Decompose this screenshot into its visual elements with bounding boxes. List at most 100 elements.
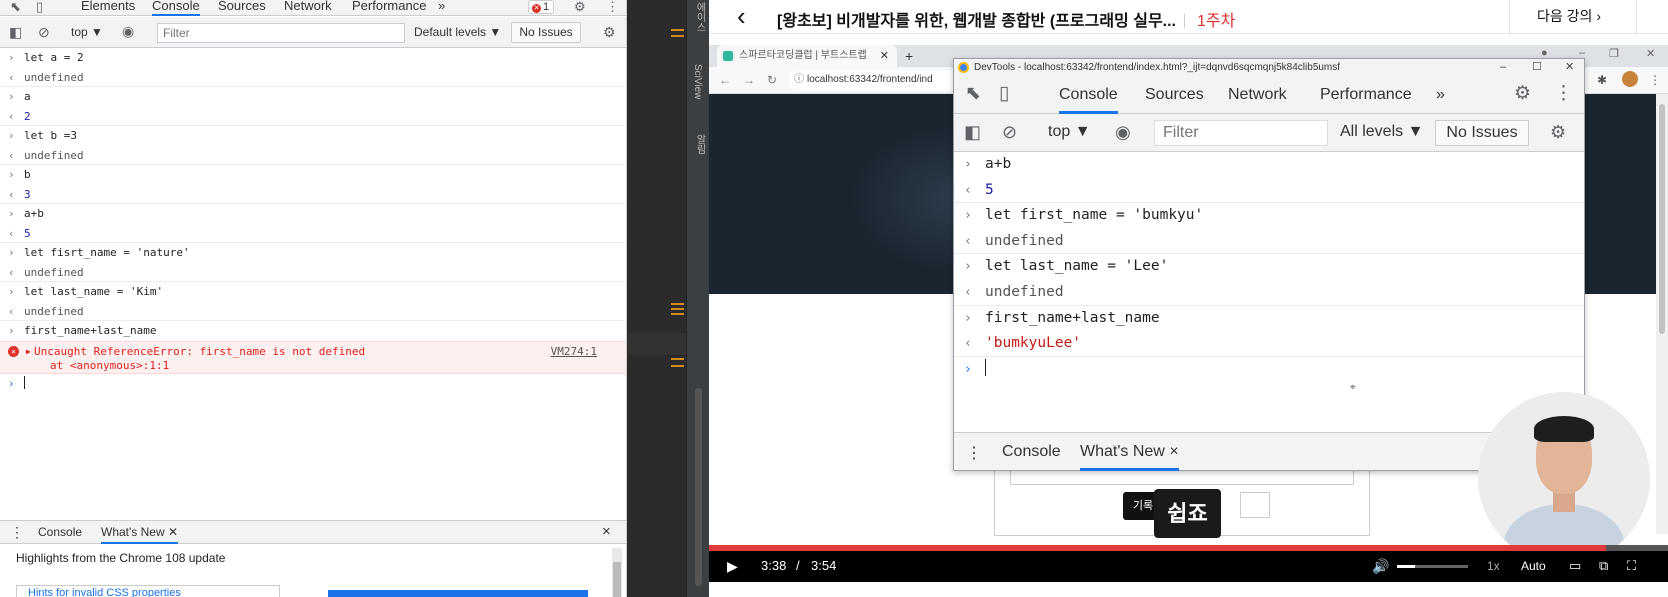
tab-elements[interactable]: Elements [81,0,135,13]
sidebar-toggle-icon[interactable]: ◧ [964,122,981,142]
drawer-tab-console[interactable]: Console [38,525,82,539]
week-label: 1주차 [1197,13,1236,30]
console-output-row: ‹ 5 [954,178,1584,204]
drawer-menu-icon[interactable]: ⋮ [966,443,982,463]
eye-icon[interactable]: ◉ [1115,122,1131,142]
kebab-menu-icon[interactable]: ⋮ [1554,84,1573,104]
settings-gear-icon[interactable]: ⚙ [1514,84,1531,104]
console-prompt[interactable]: › [954,357,1584,383]
forward-icon[interactable]: → [743,73,755,87]
maximize-icon[interactable]: ❐ [1609,47,1619,60]
close-window-icon[interactable]: ✕ [1646,47,1655,60]
console-settings-icon[interactable]: ⚙ [1550,122,1566,142]
kebab-menu-icon[interactable]: ⋮ [606,0,619,14]
back-arrow-icon[interactable]: ‹ [737,2,746,30]
sidebar-toggle-icon[interactable]: ◧ [9,24,22,40]
tab-console[interactable]: Console [152,0,200,16]
clear-console-icon[interactable]: ⊘ [38,24,50,40]
log-levels-dropdown[interactable]: Default levels ▼ [414,25,501,39]
drawer-scrollbar[interactable] [612,548,622,597]
new-tab-button[interactable]: + [905,45,913,67]
form-button[interactable] [1240,492,1270,518]
tab-network[interactable]: Network [284,0,332,13]
tab-sources[interactable]: Sources [1145,86,1204,104]
whats-new-card-text[interactable]: Hints for invalid CSS properties [28,587,181,597]
back-icon[interactable]: ← [719,73,731,87]
more-tabs-button[interactable]: » [438,0,445,13]
info-icon: ⓘ [794,74,804,85]
scrollbar-thumb[interactable] [1659,104,1665,334]
devtools-tabbar: ⬉ ▯ Console Sources Network Performance … [954,76,1584,114]
close-tab-icon[interactable]: ✕ [168,525,178,539]
picture-in-picture-icon[interactable]: ⧉ [1599,558,1608,574]
subtitles-icon[interactable]: ▭ [1569,558,1581,574]
clear-console-icon[interactable]: ⊘ [1002,122,1017,142]
drawer-tab-console[interactable]: Console [1002,443,1061,461]
console-filter-input[interactable] [157,23,405,43]
device-toolbar-icon[interactable]: ▯ [999,84,1009,104]
close-tab-icon[interactable]: × [1169,443,1178,460]
playback-speed-button[interactable]: 1x [1487,558,1500,574]
drawer-tab-whats-new[interactable]: What's New ✕ [101,525,179,544]
maximize-icon[interactable]: ☐ [1532,59,1542,76]
profile-avatar[interactable] [1622,71,1638,87]
input-chevron-icon: › [8,129,15,142]
play-icon[interactable]: ▶ [727,558,738,574]
console-input-text: first_name+last_name [985,309,1160,326]
inspect-element-icon[interactable]: ⬉ [965,84,981,104]
reload-icon[interactable]: ↻ [767,73,777,87]
browser-menu-icon[interactable]: ⋮ [1649,73,1661,87]
tab-performance[interactable]: Performance [1320,86,1412,104]
issues-button[interactable]: No Issues [511,22,581,43]
quality-button[interactable]: Auto [1521,558,1546,574]
expand-triangle-icon[interactable]: ▶ [26,345,31,359]
error-source-link[interactable]: VM274:1 [551,345,597,359]
lecture-title: [왕초보] 비개발자를 위한, 웹개발 종합반 (프로그래밍 실무... 1주차 [777,7,1235,31]
console-prompt[interactable]: › [0,374,626,394]
console-input-text: a [24,90,31,103]
tab-sources[interactable]: Sources [218,0,266,13]
more-tabs-button[interactable]: » [1436,86,1445,104]
whats-new-heading: Highlights from the Chrome 108 update [16,551,226,565]
volume-slider[interactable] [1397,565,1468,568]
tab-performance[interactable]: Performance [352,0,426,13]
scrollbar-thumb[interactable] [613,562,621,597]
tab-console[interactable]: Console [1059,84,1118,114]
eye-icon[interactable]: ◉ [122,23,134,39]
editor-scrollbar[interactable] [695,388,702,586]
page-scrollbar[interactable] [1656,94,1668,534]
console-settings-icon[interactable]: ⚙ [603,24,616,40]
tool-window-label[interactable]: 에이스 [692,2,707,32]
output-chevron-icon: ‹ [8,265,15,279]
next-lecture-button[interactable]: 다음 강의 › [1509,0,1637,36]
drawer-tab-whats-new[interactable]: What's New × [1080,443,1179,471]
close-drawer-button[interactable]: × [602,523,611,540]
close-window-icon[interactable]: ✕ [1565,59,1574,76]
close-tab-icon[interactable]: ✕ [880,45,889,67]
settings-gear-icon[interactable]: ⚙ [574,0,586,14]
tab-network[interactable]: Network [1228,86,1287,104]
context-selector[interactable]: top ▼ [71,25,103,39]
device-toolbar-icon[interactable]: ▯ [36,0,43,14]
current-line-highlight [627,333,686,355]
browser-tab[interactable]: 스파르타코딩클럽 | 부트스트랩 ✕ [717,45,897,67]
error-count: 1 [543,1,550,13]
console-filter-input[interactable] [1154,120,1328,146]
volume-icon[interactable]: 🔊 [1372,558,1389,574]
inspect-element-icon[interactable]: ⬉ [10,0,21,14]
drawer-menu-icon[interactable]: ⋮ [10,524,24,541]
console-output-text: undefined [24,304,84,318]
log-levels-dropdown[interactable]: All levels ▼ [1340,123,1423,141]
left-console-toolbar: ◧ ⊘ top ▼ ◉ Default levels ▼ No Issues ⚙ [0,17,626,48]
extensions-icon[interactable]: ✱ [1597,73,1607,87]
volume-fill [1397,565,1415,568]
context-selector[interactable]: top ▼ [1048,123,1091,141]
notifications-tool-window[interactable]: 알림 [692,134,707,154]
minimize-icon[interactable]: – [1500,59,1506,76]
error-count-badge[interactable]: ✕ 1 [528,0,554,14]
change-marker [671,358,684,360]
output-chevron-icon: ‹ [8,226,15,240]
issues-button[interactable]: No Issues [1435,120,1529,146]
sciview-tool-window[interactable]: SciView [692,64,703,99]
fullscreen-icon[interactable]: ⛶ [1627,558,1636,574]
